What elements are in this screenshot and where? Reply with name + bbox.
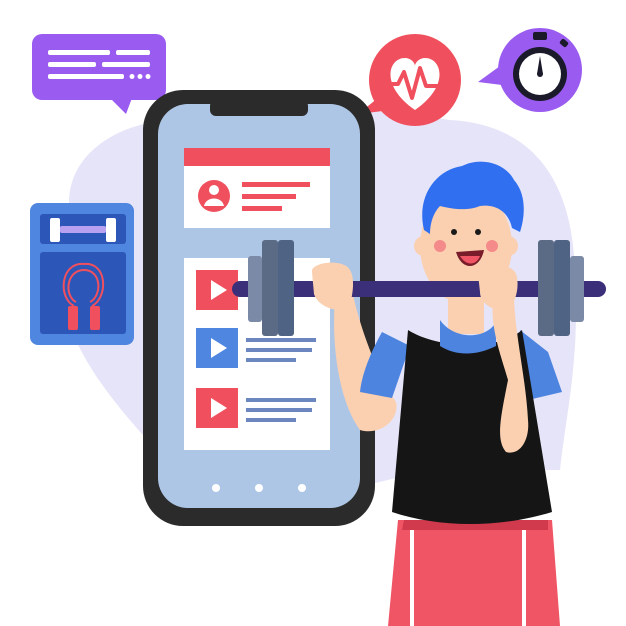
fitness-app-illustration	[0, 0, 626, 626]
chat-bubble-icon	[32, 34, 166, 114]
user-avatar-icon	[198, 180, 230, 212]
profile-card	[184, 148, 330, 228]
stopwatch-icon	[478, 28, 582, 112]
equipment-panel	[30, 203, 134, 345]
illustration-canvas	[30, 28, 606, 626]
